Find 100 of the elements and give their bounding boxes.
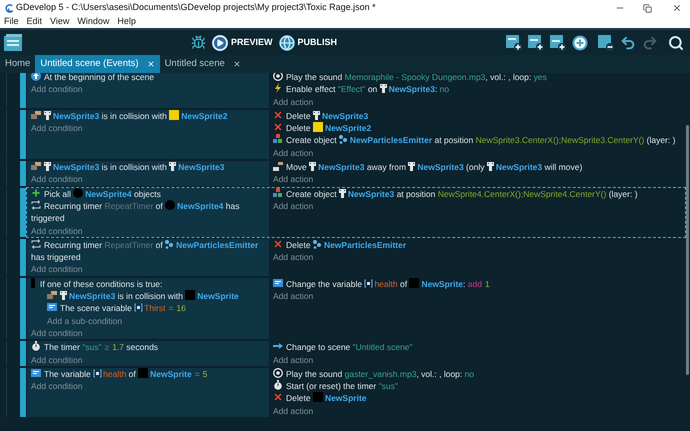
event-panel[interactable]: If one of these conditions is true: NewSprite3 is in collision with NewSprite The scene variable Thirst = 16 Add a sub-condition Add condition Change the variable health of NewSprite: add 1 Add action <box>27 278 685 340</box>
event-panel[interactable]: The timer "sus" ≥ 1.7 seconds Add condition Change to scene "Untitled scene" Add action <box>27 341 685 366</box>
expression-value: NewSprite3.CenterX();NewSprite3.CenterY() <box>476 135 644 146</box>
stopwatch-icon <box>273 380 283 390</box>
add-link[interactable]: Add action <box>273 291 314 302</box>
event-text: The variable <box>44 368 92 379</box>
scrollbar-thumb[interactable] <box>686 125 689 375</box>
group-icon <box>31 278 35 288</box>
event-panel[interactable]: Pick all NewSprite4 objects Recurring timer RepeatTimer of NewSprite4 has triggered Add condition Create object NewSprite3 at position NewSprite4.CenterX();NewSprite4.CenterY() (layer: ) Add action <box>27 188 685 237</box>
remove-event-icon[interactable] <box>598 34 614 50</box>
add-link[interactable]: Add action <box>273 252 314 262</box>
add-link[interactable]: Add action <box>273 96 314 107</box>
add-link[interactable]: Add a sub-condition <box>47 316 122 326</box>
object-name: NewSprite3 <box>322 110 368 121</box>
add-link[interactable]: Add condition <box>31 84 83 94</box>
sprite-icon <box>338 188 346 198</box>
publish-button[interactable]: PUBLISH <box>278 34 338 50</box>
object-name: NewSprite4 <box>177 200 224 211</box>
play-icon <box>216 38 224 46</box>
collision-icon <box>31 161 41 172</box>
event-text: away from <box>366 162 408 172</box>
delete-icon <box>273 110 283 120</box>
event-text: Move <box>286 162 308 172</box>
app-icon <box>4 4 13 12</box>
event-text: is in collision with <box>100 162 168 172</box>
sprite-icon <box>312 110 320 120</box>
string-value: "Untitled scene" <box>352 342 413 352</box>
event-text: has triggered <box>31 251 82 264</box>
delete-icon <box>273 238 283 249</box>
event-panel[interactable]: The variable health of NewSprite = 5 Add condition Play the sound gaster_vanish.mp3, vol.: , loop: no Start (or reset) the timer "sus" Delete NewSprite Add action <box>27 368 685 418</box>
operator: = <box>194 368 201 379</box>
variable-card-icon <box>31 368 41 378</box>
close-icon[interactable] <box>672 3 682 13</box>
event-text: The scene variable <box>60 303 133 314</box>
operator: = <box>167 303 174 314</box>
search-icon[interactable] <box>668 34 684 50</box>
add-link[interactable]: Add action <box>273 148 314 158</box>
string-value: "sus" <box>82 342 102 352</box>
object-name: NewSprite <box>324 393 367 404</box>
add-event-icon[interactable] <box>550 34 566 50</box>
add-link[interactable]: Add condition <box>31 174 83 184</box>
repeat-icon <box>31 200 41 210</box>
operator: ≥ <box>104 342 110 352</box>
menu-item[interactable]: View <box>50 15 70 29</box>
close-tab-icon[interactable] <box>146 60 155 68</box>
add-circle-icon[interactable] <box>572 34 588 50</box>
event-text: on <box>366 84 378 94</box>
plus-icon <box>31 188 41 198</box>
event-text: Create object <box>286 135 338 146</box>
add-link[interactable]: Add condition <box>31 354 83 365</box>
event-text: of <box>154 240 164 250</box>
object-name: NewSprite <box>150 368 192 379</box>
event-panel[interactable]: NewSprite3 is in collision with NewSprite3 Add condition Move NewSprite3 away from NewSprite3 (only NewSprite3 will move) Add action <box>27 161 685 186</box>
object-name: NewSprite3 <box>53 162 100 172</box>
add-link[interactable]: Add action <box>273 200 314 211</box>
number-value: 5 <box>202 368 208 379</box>
add-event-icon[interactable] <box>506 34 522 50</box>
event-text: At the beginning of the scene <box>44 73 154 82</box>
event-text: Play the sound <box>286 368 344 379</box>
add-event-icon[interactable] <box>528 34 544 50</box>
add-link[interactable]: Add action <box>273 174 314 184</box>
event-panel[interactable]: Recurring timer RepeatTimer of NewParticlesEmitter has triggered Add condition Delete NewParticlesEmitter Add action <box>27 238 685 276</box>
menu-item[interactable]: Help <box>117 15 136 29</box>
event-text: Enable effect <box>286 84 336 94</box>
object-name: NewSprite3 <box>417 162 464 172</box>
add-link[interactable]: Add action <box>273 354 314 365</box>
event-text: is in collision with <box>116 291 184 302</box>
add-link[interactable]: Add condition <box>31 226 83 236</box>
preview-button[interactable]: PREVIEW <box>212 34 272 50</box>
move-icon <box>273 161 283 172</box>
arrow-right-icon <box>273 341 283 352</box>
particles-icon <box>312 240 322 249</box>
event-text: of <box>154 200 164 211</box>
debug-icon[interactable] <box>190 35 206 50</box>
sprite-icon <box>309 162 316 172</box>
object-name: NewParticlesEmitter <box>324 240 406 250</box>
close-tab-icon[interactable] <box>232 60 241 68</box>
event-text: Play the sound <box>286 73 344 82</box>
event-panel[interactable]: At the beginning of the scene Add condition Play the sound Memoraphile - Spooky Dungeon.mp3, vol.: , loop: yes Enable effect "Effect" on NewSprite3: no Add action <box>27 73 685 108</box>
event-text: Delete <box>286 393 312 404</box>
number-value: 16 <box>176 303 186 314</box>
undo-icon[interactable] <box>620 34 636 50</box>
add-link[interactable]: Add action <box>273 406 314 416</box>
tab[interactable]: Untitled scene <box>164 56 225 72</box>
event-text: Recurring timer <box>44 240 104 250</box>
add-link[interactable]: Add condition <box>31 264 83 274</box>
menu-item[interactable]: File <box>4 15 19 29</box>
add-link[interactable]: Add condition <box>31 381 83 392</box>
tab[interactable]: Home <box>5 56 30 72</box>
add-link[interactable]: Add condition <box>31 123 83 134</box>
menu-item[interactable]: Window <box>77 15 110 29</box>
menu-item[interactable]: Edit <box>26 15 42 29</box>
operation: add <box>468 278 482 289</box>
add-link[interactable]: Add condition <box>31 328 83 338</box>
event-text: of <box>398 278 408 289</box>
event-text: objects <box>132 188 161 199</box>
event-text: has <box>224 200 240 211</box>
event-text: Delete <box>286 123 312 134</box>
collision-icon <box>31 110 41 120</box>
restore-icon[interactable] <box>643 4 652 12</box>
